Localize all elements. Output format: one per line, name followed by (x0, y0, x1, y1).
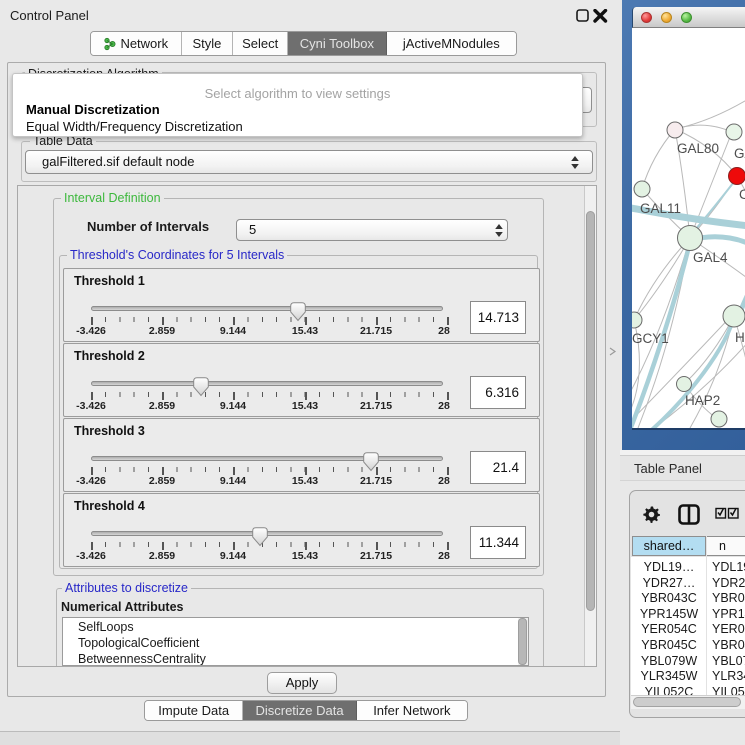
svg-text:GAL4: GAL4 (693, 250, 728, 265)
svg-text:GCY1: GCY1 (632, 331, 669, 346)
svg-text:C: C (739, 187, 745, 202)
svg-text:H: H (735, 330, 745, 345)
svg-text:GAL80: GAL80 (677, 141, 719, 156)
svg-text:HAP2: HAP2 (685, 393, 720, 408)
svg-text:GAL11: GAL11 (640, 201, 681, 216)
svg-text:GA: GA (734, 146, 745, 161)
